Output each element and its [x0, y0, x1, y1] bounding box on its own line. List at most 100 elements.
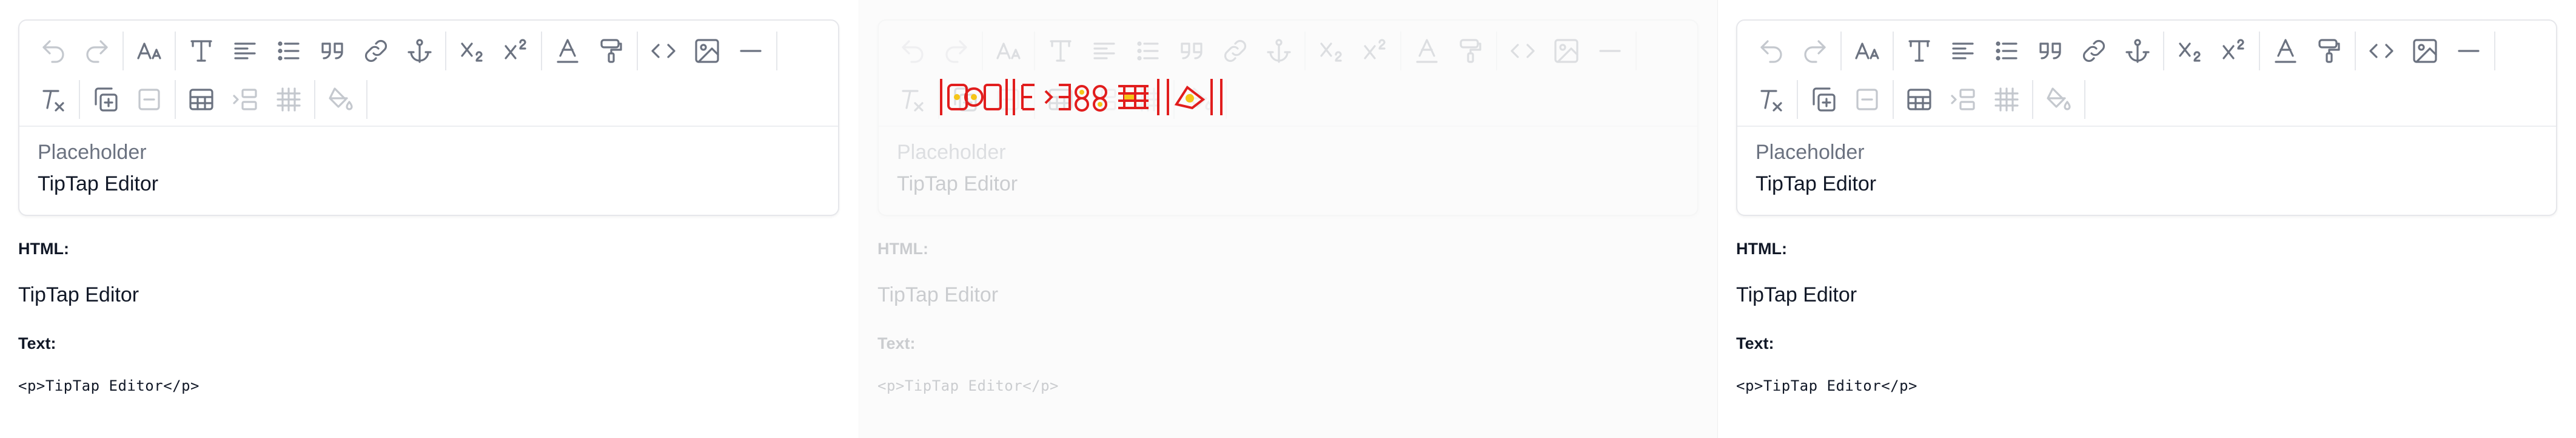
redo-button[interactable]: [75, 29, 119, 73]
horizontal-rule-button[interactable]: [729, 29, 773, 73]
blockquote-button[interactable]: [1170, 29, 1213, 73]
insert-row-button[interactable]: [223, 78, 267, 121]
horizontal-rule-button[interactable]: [1588, 29, 1632, 73]
toolbar-separator: [1893, 80, 1894, 119]
subscript-button[interactable]: [450, 29, 494, 73]
clear-format-button[interactable]: [32, 78, 75, 121]
heading-icon: [190, 40, 212, 62]
horizontal-rule-icon: [1599, 50, 1621, 52]
table-icon: [1907, 89, 1931, 110]
toolbar-separator: [1840, 32, 1842, 70]
font-size-button[interactable]: [987, 29, 1030, 73]
format-painter-button[interactable]: [589, 29, 633, 73]
bullet-list-button[interactable]: [267, 29, 310, 73]
table-grid-button[interactable]: [1985, 78, 2028, 121]
text-output-value: <p>TipTap Editor</p>: [18, 377, 200, 394]
blockquote-button[interactable]: [2028, 29, 2072, 73]
heading-button[interactable]: [1897, 29, 1941, 73]
remove-button[interactable]: [127, 78, 171, 121]
superscript-button[interactable]: [1353, 29, 1397, 73]
align-button[interactable]: [223, 29, 267, 73]
font-size-button[interactable]: [1845, 29, 1889, 73]
heading-button[interactable]: [179, 29, 223, 73]
heading-button[interactable]: [1039, 29, 1082, 73]
insert-row-button[interactable]: [1941, 78, 1985, 121]
clear-format-icon: [1760, 90, 1782, 112]
subscript-button[interactable]: [2168, 29, 2212, 73]
duplicate-button[interactable]: [84, 78, 127, 121]
link-button[interactable]: [1213, 29, 1257, 73]
text-color-button[interactable]: [1405, 29, 1449, 73]
text-color-icon: [557, 39, 579, 63]
editor-panel-2: Placeholder TipTap Editor HTML: TipTap E…: [859, 0, 1717, 438]
editor-paragraph[interactable]: TipTap Editor: [897, 168, 1679, 200]
subscript-icon: [2179, 42, 2201, 62]
anchor-button[interactable]: [2116, 29, 2159, 73]
anchor-button[interactable]: [1257, 29, 1301, 73]
fill-color-button[interactable]: [319, 78, 363, 121]
font-size-icon: [1855, 42, 1879, 59]
image-icon: [695, 39, 719, 63]
toolbar-separator: [122, 32, 124, 70]
redo-button[interactable]: [934, 29, 978, 73]
image-button[interactable]: [685, 29, 729, 73]
undo-button[interactable]: [891, 29, 934, 73]
link-icon: [2082, 39, 2105, 62]
image-button[interactable]: [1545, 29, 1588, 73]
text-color-button[interactable]: [546, 29, 589, 73]
format-painter-button[interactable]: [1449, 29, 1492, 73]
image-button[interactable]: [2403, 29, 2447, 73]
duplicate-button[interactable]: [1802, 78, 1845, 121]
clear-format-icon: [902, 90, 924, 112]
align-button[interactable]: [1082, 29, 1126, 73]
editor-placeholder: Placeholder: [897, 141, 1006, 164]
text-color-button[interactable]: [2264, 29, 2307, 73]
link-button[interactable]: [2072, 29, 2116, 73]
align-button[interactable]: [1941, 29, 1985, 73]
superscript-button[interactable]: [494, 29, 537, 73]
superscript-icon: [1364, 39, 1386, 59]
subscript-button[interactable]: [1309, 29, 1353, 73]
heading-icon: [1050, 40, 1072, 62]
bullet-list-button[interactable]: [1985, 29, 2028, 73]
code-button[interactable]: [1501, 29, 1545, 73]
editor-content[interactable]: Placeholder TipTap Editor: [1737, 127, 2556, 200]
code-button[interactable]: [2360, 29, 2403, 73]
html-output-label: HTML:: [1736, 240, 1787, 258]
link-icon: [364, 39, 387, 62]
render-artifact-glyphs: [940, 79, 1223, 115]
undo-button[interactable]: [1749, 29, 1793, 73]
undo-button[interactable]: [32, 29, 75, 73]
link-button[interactable]: [354, 29, 398, 73]
superscript-button[interactable]: [2212, 29, 2255, 73]
font-size-button[interactable]: [127, 29, 171, 73]
code-button[interactable]: [642, 29, 685, 73]
table-grid-button[interactable]: [267, 78, 310, 121]
insert-row-icon: [1951, 89, 1975, 110]
toolbar-row-1: [32, 27, 826, 75]
format-painter-button[interactable]: [2307, 29, 2351, 73]
heading-icon: [1908, 40, 1930, 62]
table-grid-icon: [277, 87, 301, 112]
toolbar-separator: [175, 32, 176, 70]
toolbar-separator: [1400, 32, 1401, 70]
fill-color-button[interactable]: [2037, 78, 2081, 121]
editor-content[interactable]: Placeholder TipTap Editor: [879, 127, 1697, 200]
editor-paragraph[interactable]: TipTap Editor: [1756, 168, 2538, 200]
table-button[interactable]: [179, 78, 223, 121]
remove-button[interactable]: [1845, 78, 1889, 121]
editor-content[interactable]: Placeholder TipTap Editor: [19, 127, 838, 200]
clear-format-button[interactable]: [891, 78, 934, 121]
clear-format-button[interactable]: [1749, 78, 1793, 121]
blockquote-icon: [321, 42, 343, 59]
editor-paragraph[interactable]: TipTap Editor: [38, 168, 820, 200]
redo-button[interactable]: [1793, 29, 1837, 73]
undo-icon: [1760, 40, 1782, 63]
table-button[interactable]: [1897, 78, 1941, 121]
horizontal-rule-button[interactable]: [2447, 29, 2490, 73]
text-output-value: <p>TipTap Editor</p>: [877, 377, 1059, 394]
subscript-icon: [1320, 42, 1342, 62]
bullet-list-button[interactable]: [1126, 29, 1170, 73]
anchor-button[interactable]: [398, 29, 441, 73]
blockquote-button[interactable]: [310, 29, 354, 73]
